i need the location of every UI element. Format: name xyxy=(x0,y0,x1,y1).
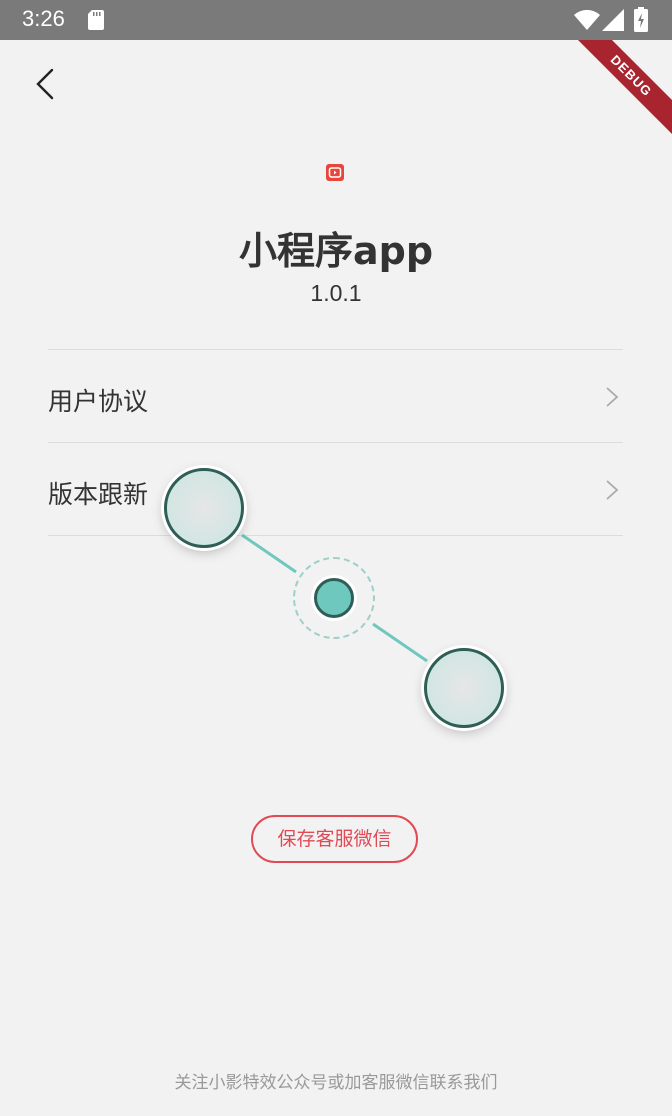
drag-handle-center[interactable] xyxy=(314,578,354,618)
menu-item-label: 版本跟新 xyxy=(48,480,149,509)
menu-item-user-agreement[interactable]: 用户协议 xyxy=(48,350,623,443)
chevron-right-icon xyxy=(606,387,619,407)
status-bar: 3:26 xyxy=(0,0,672,40)
battery-charging-icon xyxy=(634,7,648,32)
settings-menu: 用户协议 版本跟新 xyxy=(48,349,623,536)
sd-card-icon xyxy=(88,10,104,30)
app-logo-icon xyxy=(326,164,344,181)
drag-handle-start[interactable] xyxy=(164,468,244,548)
status-time: 3:26 xyxy=(22,6,65,31)
menu-item-label: 用户协议 xyxy=(48,387,149,416)
app-title: 小程序app xyxy=(238,229,434,273)
wifi-icon xyxy=(574,9,600,30)
footer-text: 关注小影特效公众号或加客服微信联系我们 xyxy=(174,1073,498,1093)
chevron-right-icon xyxy=(606,480,619,500)
drag-handle-end[interactable] xyxy=(424,648,504,728)
menu-item-version-update[interactable]: 版本跟新 xyxy=(48,443,623,536)
cell-signal-icon xyxy=(602,9,624,31)
save-customer-service-wechat-button[interactable]: 保存客服微信 xyxy=(251,815,418,863)
debug-label: DEBUG xyxy=(572,40,672,138)
app-version: 1.0.1 xyxy=(310,280,362,306)
back-chevron-icon[interactable] xyxy=(22,62,66,106)
debug-banner: DEBUG xyxy=(572,40,672,140)
